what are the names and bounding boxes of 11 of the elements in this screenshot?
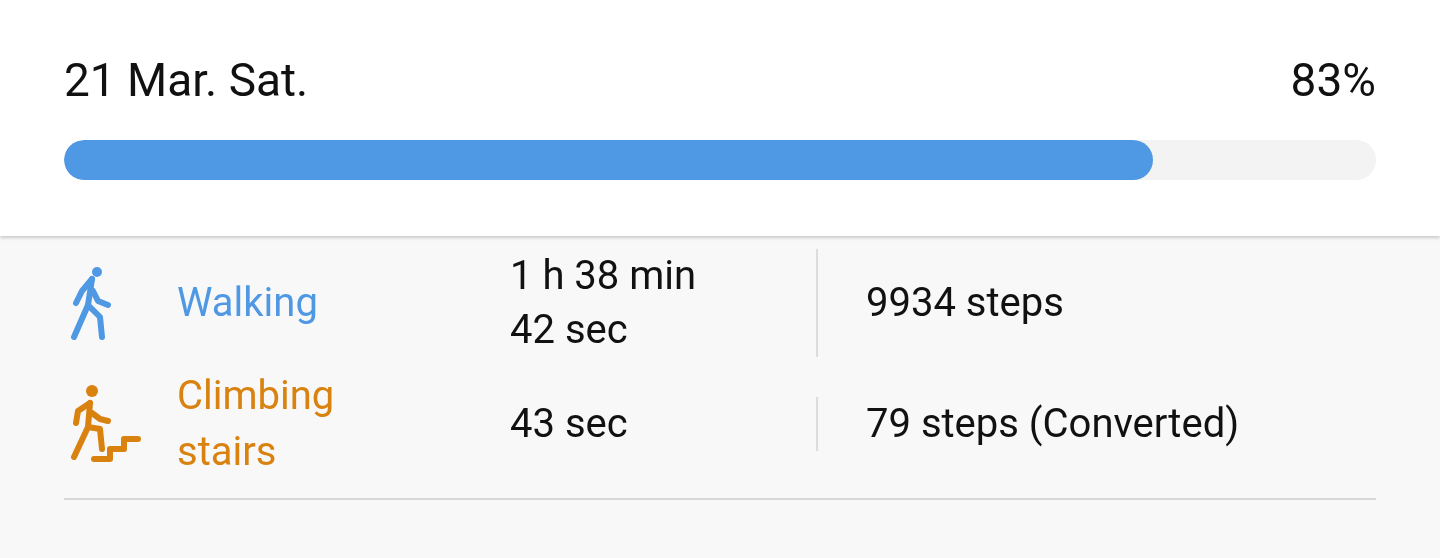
- steps-count: 79 steps (Converted): [866, 400, 1240, 447]
- stairs-climbing-icon: [68, 383, 142, 465]
- activity-name: Walking: [177, 278, 319, 328]
- duration-text: 42 sec: [510, 305, 628, 355]
- duration-text: 1 h 38 min: [510, 251, 697, 301]
- walking-person-icon: [68, 265, 114, 341]
- activity-name: Climbing stairs: [177, 371, 336, 477]
- duration-text: 43 sec: [510, 399, 628, 449]
- percent-label: 83%: [1290, 53, 1376, 107]
- date-label: 21 Mar. Sat.: [64, 53, 309, 107]
- steps-count: 9934 steps: [866, 279, 1064, 326]
